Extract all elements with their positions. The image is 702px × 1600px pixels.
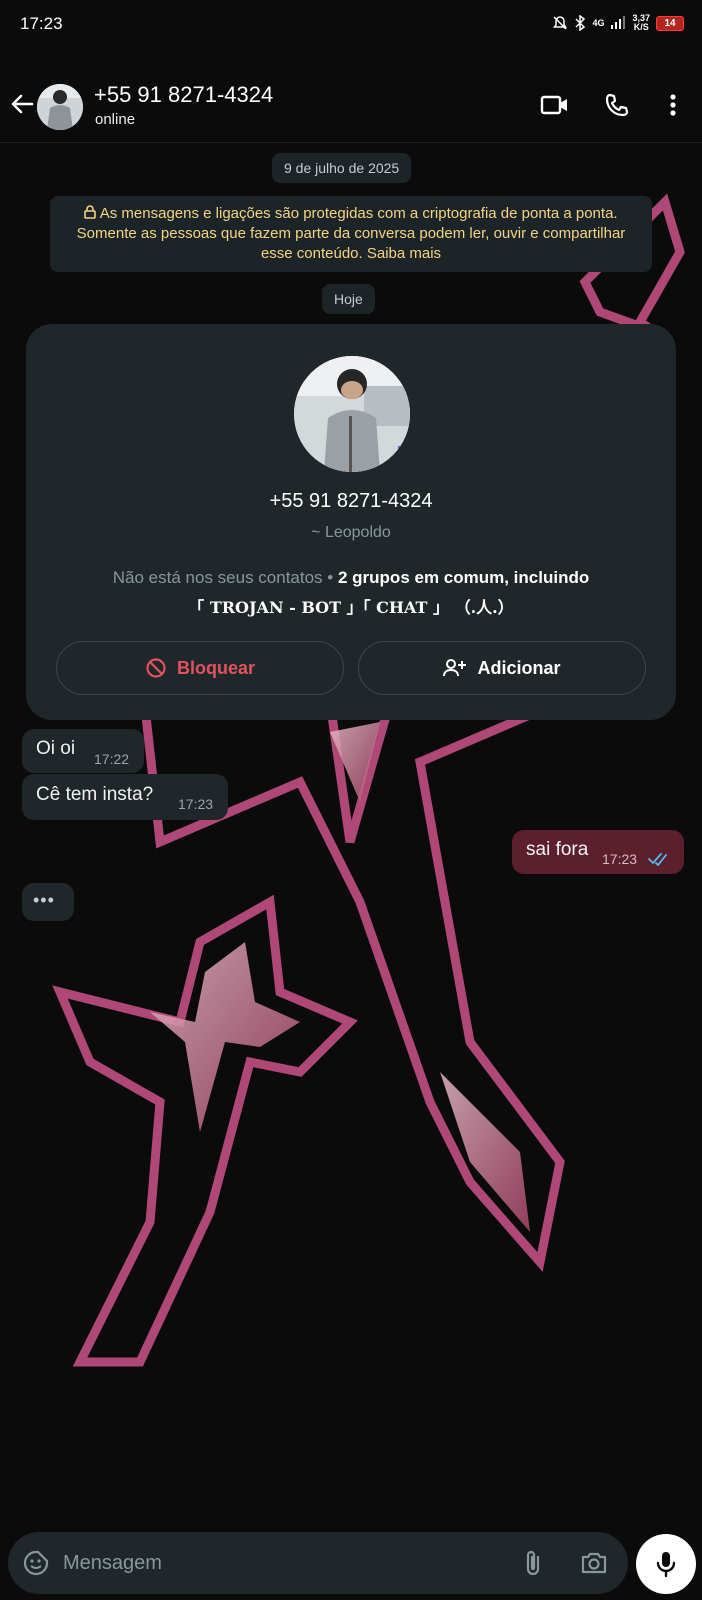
contact-avatar[interactable] [37,84,83,130]
message-incoming[interactable]: Cê tem insta? 17:23 [22,774,228,820]
common-groups-names: 「 TROJAN - BOT 」「 CHAT 」 （.人.） [188,598,514,617]
message-incoming[interactable]: Oi oi 17:22 [22,729,144,773]
chat-header: +55 91 8271-4324 online [0,48,702,143]
contact-status: online [95,111,136,128]
contact-card-avatar[interactable] [294,356,410,472]
status-bar: 17:23 4G 3,37 K/S 14 [0,0,702,48]
lock-icon [84,205,97,219]
contact-card-nickname: ~ Leopoldo [311,524,391,541]
unknown-contact-card: +55 91 8271-4324 ~ Leopoldo Não está nos… [26,324,676,720]
encryption-text: As mensagens e ligações são protegidas c… [76,205,626,262]
camera-icon[interactable] [580,1551,608,1575]
more-options-button[interactable] [656,88,690,122]
read-receipt-icon [648,853,667,866]
signal-icon [611,16,626,29]
add-contact-button[interactable]: Adicionar [358,641,646,695]
contact-card-info: Não está nos seus contatos • 2 grupos em… [56,563,646,623]
emoji-sticker-icon[interactable] [22,1549,50,1577]
message-text: sai fora [526,839,589,860]
add-person-icon [443,659,467,677]
message-input[interactable]: Mensagem [63,1552,162,1575]
video-call-icon [540,95,567,115]
back-arrow-icon[interactable] [8,90,36,118]
network-speed: 3,37 K/S [632,13,650,32]
block-button[interactable]: Bloquear [56,641,344,695]
today-chip: Hoje [322,284,375,314]
groups-in-common-text: 2 grupos em comum, incluindo [337,568,590,587]
notifications-off-icon [553,16,568,30]
bluetooth-icon [575,15,586,31]
message-outgoing[interactable]: sai fora 17:23 [512,830,684,874]
contact-card-phone: +55 91 8271-4324 [269,490,433,512]
block-icon [146,658,166,678]
typing-indicator: ••• [22,883,74,921]
not-in-contacts-text: Não está nos seus contatos [112,568,323,587]
add-label: Adicionar [477,657,561,678]
status-time: 17:23 [20,14,63,33]
voice-call-button[interactable] [600,88,634,122]
phone-icon [605,93,629,117]
info-separator: • [327,568,334,587]
more-vert-icon [670,94,676,116]
message-input-bar[interactable]: Mensagem [8,1532,628,1594]
contact-name[interactable]: +55 91 8271-4324 [94,82,273,108]
message-text: Oi oi [36,738,76,759]
battery-icon: 14 [656,15,684,31]
microphone-icon [656,1552,676,1578]
attach-icon[interactable] [523,1549,543,1577]
date-chip: 9 de julho de 2025 [272,153,412,183]
video-call-button[interactable] [538,88,572,122]
voice-message-button[interactable] [636,1534,696,1594]
block-label: Bloquear [176,657,255,678]
message-time: 17:23 [602,851,638,867]
message-time: 17:22 [94,751,130,767]
encryption-notice[interactable]: As mensagens e ligações são protegidas c… [50,196,652,272]
message-text: Cê tem insta? [36,784,154,805]
message-time: 17:23 [178,796,214,812]
network-type: 4G [592,17,605,28]
